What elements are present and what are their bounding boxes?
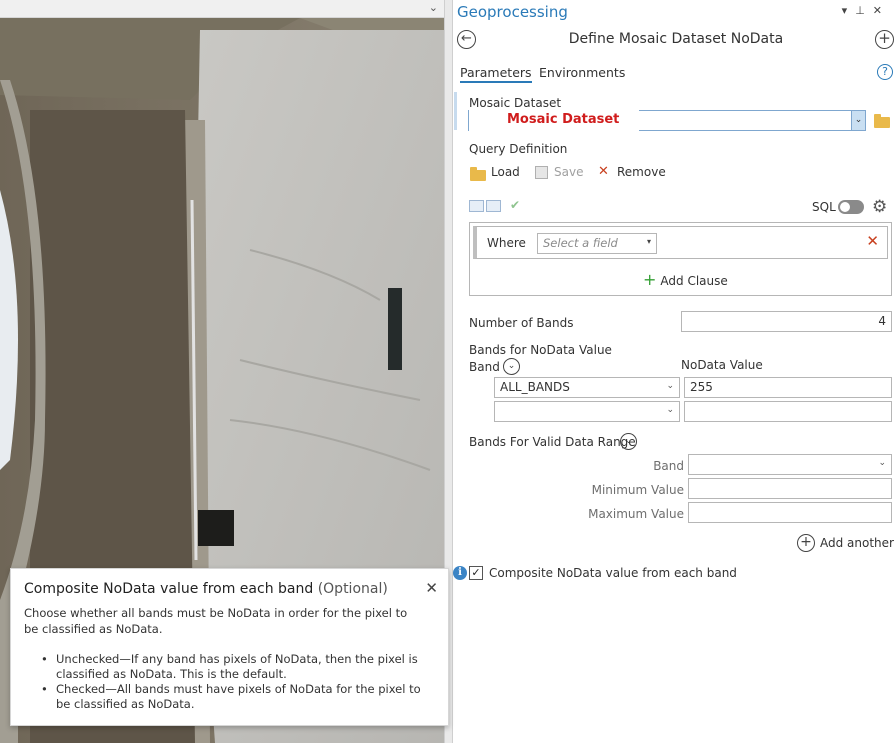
tooltip-bullet-unchecked: Unchecked—If any band has pixels of NoDa…	[41, 652, 421, 682]
tab-parameters[interactable]: Parameters	[460, 65, 532, 83]
nodata-bands-label: Bands for NoData Value	[469, 343, 612, 357]
close-icon[interactable]: ✕	[425, 579, 438, 597]
maximum-value-input[interactable]	[688, 502, 892, 523]
save-button[interactable]: Save	[554, 165, 583, 179]
tooltip-title-text: Composite NoData value from each band	[24, 581, 314, 597]
indent-icon[interactable]	[469, 200, 484, 212]
add-another-icon[interactable]: +	[797, 534, 815, 552]
chevron-down-icon: ⌄	[878, 458, 886, 468]
composite-checkbox[interactable]: ✓	[469, 566, 483, 580]
nodata-value-input-2[interactable]	[684, 401, 892, 422]
load-folder-icon	[470, 167, 486, 181]
add-clause-label: Add Clause	[660, 274, 728, 288]
where-clause: Where Select a field ▾ ✕	[473, 226, 888, 259]
geoprocessing-pane: Geoprocessing ▾⊥✕ ← Define Mosaic Datase…	[453, 0, 894, 743]
chevron-down-icon[interactable]: ⌄	[429, 1, 438, 14]
chevron-down-icon: ⌄	[666, 381, 674, 391]
tool-title: Define Mosaic Dataset NoData	[568, 31, 784, 47]
valid-band-label: Band	[653, 459, 684, 473]
query-definition-label: Query Definition	[469, 142, 568, 156]
minimum-value-input[interactable]	[688, 478, 892, 499]
chevron-down-icon[interactable]: ⌄	[851, 111, 865, 130]
band-select-1-value: ALL_BANDS	[500, 380, 570, 394]
add-clause-button[interactable]: + Add Clause	[643, 270, 728, 289]
folder-icon[interactable]	[874, 114, 890, 128]
remove-x-icon: ✕	[598, 164, 609, 179]
map-topbar: ⌄	[0, 0, 444, 18]
tab-environments[interactable]: Environments	[539, 65, 625, 80]
tooltip-description: Choose whether all bands must be NoData …	[24, 606, 408, 636]
minimum-value-label: Minimum Value	[591, 483, 684, 497]
number-of-bands-input[interactable]: 4	[681, 311, 892, 332]
sql-label: SQL	[812, 200, 836, 214]
number-of-bands-label: Number of Bands	[469, 316, 574, 330]
pane-menu-icon[interactable]: ▾	[842, 4, 856, 17]
band-select-2[interactable]: ⌄	[494, 401, 680, 422]
tooltip-bullets: Unchecked—If any band has pixels of NoDa…	[41, 652, 421, 712]
tooltip-title: Composite NoData value from each band (O…	[24, 581, 388, 597]
valid-range-label: Bands For Valid Data Range	[469, 435, 636, 449]
add-circle-icon[interactable]: +	[875, 30, 894, 49]
add-another-button[interactable]: Add another	[820, 536, 894, 550]
valid-band-select[interactable]: ⌄	[688, 454, 892, 475]
nodata-value-column-header: NoData Value	[681, 358, 763, 372]
chevron-down-icon: ▾	[646, 237, 651, 246]
close-icon[interactable]: ✕	[873, 4, 890, 17]
help-icon[interactable]: ?	[877, 64, 893, 80]
composite-label[interactable]: Composite NoData value from each band	[489, 566, 737, 580]
query-builder: Where Select a field ▾ ✕ + Add Clause	[469, 222, 892, 296]
info-icon[interactable]: i	[453, 566, 467, 580]
required-indicator	[454, 92, 457, 130]
expand-chevron-icon[interactable]: ⌄	[620, 433, 637, 450]
pane-title: Geoprocessing	[457, 3, 568, 21]
mosaic-dataset-label: Mosaic Dataset	[469, 96, 562, 110]
band-select-1[interactable]: ALL_BANDS ⌄	[494, 377, 680, 398]
gear-icon[interactable]: ⚙	[872, 197, 887, 217]
field-select[interactable]: Select a field ▾	[537, 233, 657, 254]
chevron-down-icon: ⌄	[666, 405, 674, 415]
pin-icon[interactable]: ⊥	[855, 4, 873, 17]
delete-clause-icon[interactable]: ✕	[866, 232, 879, 250]
outdent-icon[interactable]	[486, 200, 501, 212]
validate-check-icon[interactable]: ✔	[510, 198, 520, 212]
tooltip-bullet-checked: Checked—All bands must have pixels of No…	[41, 682, 421, 712]
where-label: Where	[487, 236, 526, 250]
expand-chevron-icon[interactable]: ⌄	[503, 358, 520, 375]
parameter-tooltip: Composite NoData value from each band (O…	[10, 568, 449, 726]
load-button[interactable]: Load	[491, 165, 520, 179]
pane-controls: ▾⊥✕	[842, 4, 890, 17]
remove-button[interactable]: Remove	[617, 165, 666, 179]
plus-icon: +	[643, 270, 657, 289]
mosaic-dataset-value: Mosaic Dataset	[469, 110, 639, 131]
nodata-value-input-1[interactable]: 255	[684, 377, 892, 398]
band-column-header: Band	[469, 360, 500, 374]
field-select-placeholder: Select a field	[543, 236, 618, 250]
save-icon	[535, 166, 548, 179]
maximum-value-label: Maximum Value	[588, 507, 684, 521]
tooltip-optional: (Optional)	[317, 581, 388, 597]
sql-toggle[interactable]	[838, 200, 864, 214]
